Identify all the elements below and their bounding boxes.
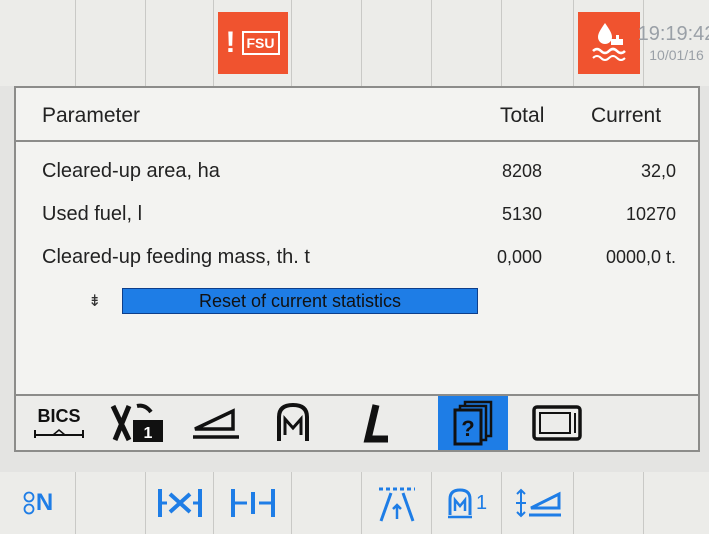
row-total: 8208 bbox=[501, 161, 542, 181]
engine-menu-icon[interactable] bbox=[264, 396, 322, 450]
fsu-warning-icon[interactable]: ! FSU bbox=[217, 12, 288, 74]
engine-mode-index: 1 bbox=[475, 491, 488, 514]
l-mode-icon[interactable] bbox=[346, 396, 406, 450]
display-screen-glyph bbox=[532, 405, 582, 441]
soft-key-9[interactable] bbox=[574, 472, 644, 534]
row-current: 10270 bbox=[625, 204, 676, 224]
row-total: 0,000 bbox=[496, 247, 542, 267]
reel-position-glyph bbox=[157, 489, 202, 517]
reset-arrows-icon: ⇟ bbox=[88, 293, 102, 310]
header-height-glyph bbox=[193, 408, 239, 439]
neutral-dots-glyph bbox=[23, 491, 35, 515]
fsu-label: FSU bbox=[241, 31, 280, 55]
table-row: Cleared-up feeding mass, th. t 0,000 000… bbox=[16, 246, 698, 286]
counter-glyph: 1 bbox=[110, 403, 163, 442]
row-label: Cleared-up feeding mass, th. t bbox=[42, 246, 310, 268]
terminal-screen: ! FSU 19:19:42 10/01/16 Parameter Total … bbox=[0, 0, 709, 534]
statistics-panel: Parameter Total Current Cleared-up area,… bbox=[14, 86, 700, 396]
header-parameter: Parameter bbox=[42, 104, 141, 127]
warning-slot[interactable]: ! FSU bbox=[214, 0, 292, 86]
hydraulic-slot[interactable] bbox=[574, 0, 644, 86]
soft-key-2[interactable] bbox=[76, 472, 146, 534]
hydraulic-glyph bbox=[591, 23, 626, 61]
svg-text:?: ? bbox=[461, 416, 474, 441]
status-slot-5 bbox=[292, 0, 362, 86]
neutral-label: N bbox=[35, 489, 54, 516]
soft-key-bar: N 1 bbox=[0, 472, 709, 534]
function-bar: BICS 1 ? bbox=[14, 396, 700, 452]
hydraulic-oil-temperature-icon[interactable] bbox=[577, 12, 640, 74]
engine-mode-1-icon[interactable]: 1 bbox=[432, 472, 502, 534]
soft-key-5[interactable] bbox=[292, 472, 362, 534]
status-slot-2 bbox=[76, 0, 146, 86]
reset-statistics-button[interactable]: Reset of current statistics bbox=[122, 288, 478, 314]
header-height-icon[interactable] bbox=[182, 396, 252, 450]
reel-speed-glyph bbox=[230, 489, 275, 517]
engine-menu-glyph bbox=[277, 402, 309, 441]
status-slot-6 bbox=[362, 0, 432, 86]
header-adjust-icon[interactable] bbox=[502, 472, 574, 534]
status-bar: ! FSU 19:19:42 10/01/16 bbox=[0, 0, 709, 86]
row-label: Cleared-up area, ha bbox=[42, 160, 220, 182]
l-mode-glyph bbox=[363, 404, 388, 443]
warning-mark: ! bbox=[225, 26, 236, 59]
status-slot-3 bbox=[146, 0, 214, 86]
table-row: Used fuel, l 5130 10270 bbox=[16, 203, 698, 243]
help-info-icon[interactable]: ? bbox=[438, 396, 508, 450]
status-slot-8 bbox=[502, 0, 574, 86]
clock-time: 19:19:42 bbox=[637, 23, 709, 45]
soft-key-10[interactable] bbox=[644, 472, 709, 534]
row-current: 32,0 bbox=[640, 161, 676, 181]
status-slot-7 bbox=[432, 0, 502, 86]
bics-glyph bbox=[34, 429, 84, 438]
engine-mode-glyph bbox=[447, 488, 472, 519]
row-total: 5130 bbox=[501, 204, 542, 224]
unloading-auger-icon[interactable] bbox=[362, 472, 432, 534]
header-total: Total bbox=[500, 104, 545, 127]
display-screen-icon[interactable] bbox=[524, 396, 590, 450]
help-info-glyph: ? bbox=[453, 400, 493, 446]
clock-date: 10/01/16 bbox=[649, 47, 704, 63]
bics-label: BICS bbox=[37, 406, 81, 426]
reel-speed-icon[interactable] bbox=[214, 472, 292, 534]
header-current: Current bbox=[591, 104, 662, 127]
unloading-auger-glyph bbox=[378, 487, 415, 522]
clock: 19:19:42 10/01/16 bbox=[638, 0, 709, 86]
reel-position-icon[interactable] bbox=[146, 472, 214, 534]
table-header: Parameter Total Current bbox=[16, 88, 698, 142]
svg-text:1: 1 bbox=[144, 425, 153, 442]
row-label: Used fuel, l bbox=[42, 203, 143, 225]
bics-icon[interactable]: BICS bbox=[26, 396, 92, 450]
counter-icon[interactable]: 1 bbox=[102, 396, 172, 450]
table-row: Cleared-up area, ha 8208 32,0 bbox=[16, 160, 698, 200]
status-slot-1 bbox=[0, 0, 76, 86]
header-adjust-glyph bbox=[515, 488, 561, 518]
neutral-gear-icon[interactable]: N bbox=[0, 472, 76, 534]
row-current: 0000,0 t. bbox=[605, 247, 676, 267]
